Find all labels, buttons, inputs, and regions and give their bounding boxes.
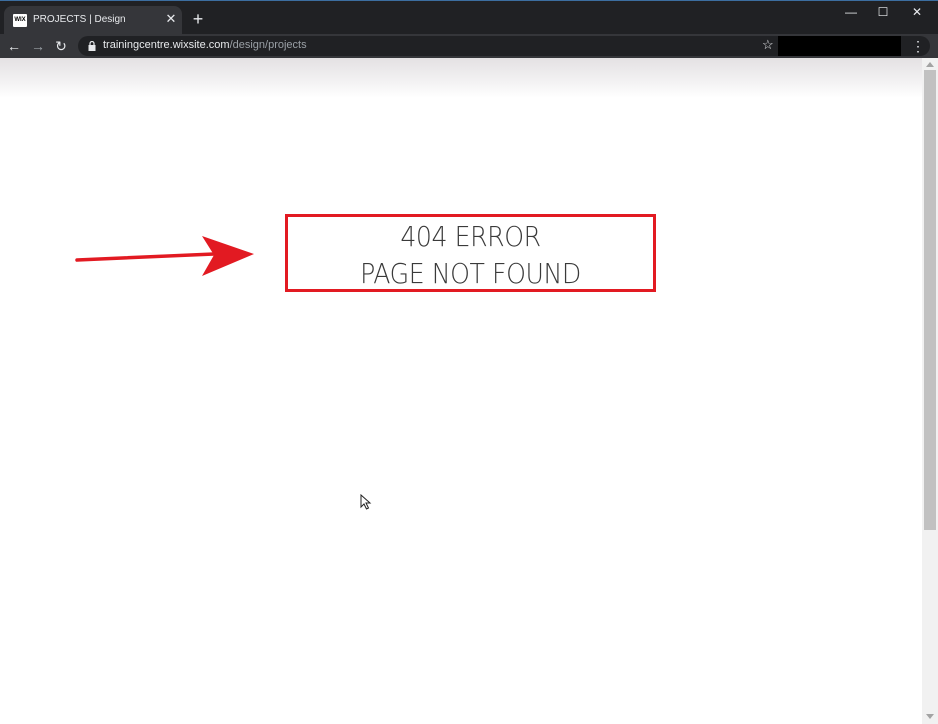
tab-close-icon[interactable]: ✕ (164, 12, 178, 26)
new-tab-button[interactable]: + (189, 10, 207, 28)
redacted-profile-area (778, 36, 901, 56)
scroll-down-icon[interactable] (926, 714, 934, 719)
url-domain: trainingcentre.wixsite.com (103, 39, 230, 51)
url-text: trainingcentre.wixsite.com/design/projec… (103, 39, 307, 51)
browser-menu-icon[interactable]: ⋮ (910, 36, 926, 56)
web-page: 404 ERROR PAGE NOT FOUND (0, 58, 922, 724)
url-path: /design/projects (229, 39, 307, 51)
lock-icon (88, 41, 96, 51)
error-title: 404 ERROR (400, 220, 541, 253)
browser-toolbar: ← → ↻ trainingcentre.wixsite.com/design/… (0, 34, 938, 58)
close-window-button[interactable]: ✕ (902, 4, 932, 20)
scroll-up-icon[interactable] (926, 62, 934, 67)
mouse-cursor-icon (360, 494, 372, 510)
star-icon[interactable]: ☆ (762, 37, 774, 53)
page-header-bar (0, 58, 922, 98)
page-scrollbar[interactable] (922, 58, 938, 724)
tab-strip: WIX PROJECTS | Design ✕ + — ☐ ✕ (0, 0, 938, 35)
forward-button[interactable]: → (28, 36, 48, 56)
address-bar[interactable]: trainingcentre.wixsite.com/design/projec… (78, 36, 930, 56)
back-button[interactable]: ← (4, 36, 24, 56)
error-message-box: 404 ERROR PAGE NOT FOUND (285, 214, 656, 292)
browser-window: WIX PROJECTS | Design ✕ + — ☐ ✕ ← → ↻ tr… (0, 0, 938, 724)
minimize-button[interactable]: — (836, 4, 866, 20)
error-subtitle: PAGE NOT FOUND (360, 257, 581, 290)
arrow-right-icon (75, 236, 254, 276)
maximize-button[interactable]: ☐ (868, 4, 898, 20)
reload-button[interactable]: ↻ (51, 36, 71, 56)
scrollbar-thumb[interactable] (924, 70, 936, 530)
tab-title: PROJECTS | Design (33, 14, 126, 25)
wix-favicon-icon: WIX (13, 14, 27, 27)
tab-projects-design[interactable]: WIX PROJECTS | Design ✕ (4, 6, 182, 35)
